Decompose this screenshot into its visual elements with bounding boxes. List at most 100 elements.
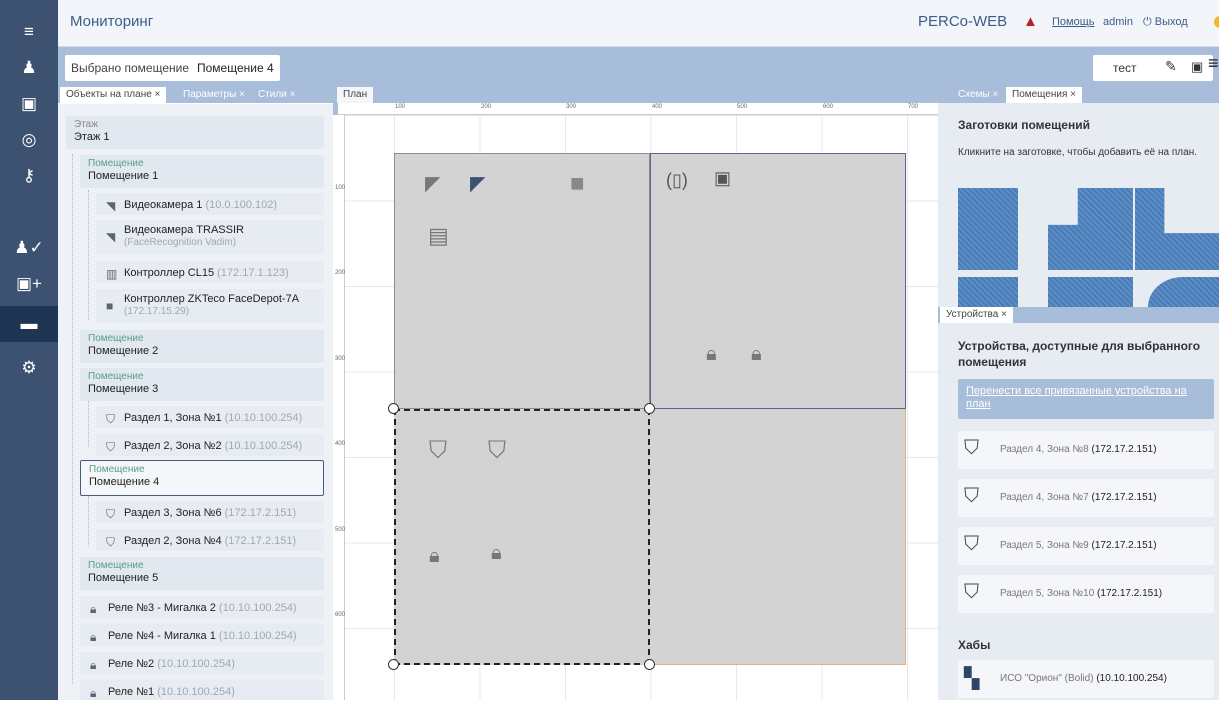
device-card[interactable]: ⛉ Раздел 4, Зона №7 (172.17.2.151) — [958, 479, 1214, 517]
plan-room-1[interactable]: ◤ ◤ ■ ▤ — [394, 153, 650, 409]
lock-icon[interactable]: 🔒︎ — [706, 344, 717, 364]
tab-objects[interactable]: Объекты на плане × — [60, 87, 167, 103]
controller-icon[interactable]: ■ — [570, 172, 585, 196]
logout-button[interactable]: ⏻ Выход — [1143, 16, 1188, 29]
tree-device[interactable]: ⛉ Раздел 2, Зона №4 (172.17.2.151) — [96, 529, 324, 551]
tab-params-label: Параметры — [183, 89, 237, 100]
device-ip: (10.10.100.254) — [218, 630, 297, 642]
lock-icon[interactable]: 🔒︎ — [751, 344, 762, 364]
tree-device[interactable]: 🔒︎ Реле №2 (10.10.100.254) — [80, 652, 324, 674]
person-check-icon[interactable]: ♟✓ — [0, 230, 58, 266]
device-ip: (10.10.100.254) — [157, 658, 235, 670]
tree-device[interactable]: ■ Контроллер ZKTeco FaceDepot-7A (172.17.1… — [96, 289, 324, 323]
monitor-icon[interactable]: ▬ — [0, 306, 58, 342]
resize-handle[interactable] — [644, 403, 655, 414]
tree-device[interactable]: ◥ Видеокамера 1 (10.0.100.102) — [96, 193, 324, 215]
face-reader-icon[interactable]: ▣ — [714, 168, 731, 188]
tree-device[interactable]: ⛉ Раздел 2, Зона №2 (10.10.100.254) — [96, 434, 324, 456]
tree-device[interactable]: ◥ Видеокамера TRASSIR (FaceRecognition Vad… — [96, 220, 324, 254]
tab-rooms[interactable]: Помещения × — [1006, 87, 1083, 103]
tab-objects-label: Объекты на плане — [66, 89, 152, 100]
tree-room[interactable]: Помещение Помещение 2 — [80, 330, 324, 363]
resize-handle[interactable] — [388, 403, 399, 414]
scheme-toolbar: тест ✎ ▣ — [1093, 55, 1213, 81]
plan-room-3[interactable] — [650, 409, 906, 665]
device-name: Контроллер ZKTeco FaceDepot-7A — [124, 293, 300, 305]
tab-styles[interactable]: Стили × — [252, 87, 301, 103]
tab-rooms-label: Помещения — [1012, 89, 1068, 100]
tree-device[interactable]: 🔒︎ Реле №1 (10.10.100.254) — [80, 680, 324, 700]
tab-devices[interactable]: Устройства × — [940, 307, 1013, 323]
ruler-tick: 100 — [395, 104, 406, 110]
person-icon[interactable]: ♟ — [0, 50, 58, 86]
status-dot-icon[interactable] — [1214, 16, 1219, 28]
shield-icon[interactable]: ⛉ — [429, 439, 447, 463]
tree-room[interactable]: Помещение Помещение 5 — [80, 557, 324, 590]
room-template[interactable] — [1148, 277, 1219, 307]
hub-card[interactable]: ▚ ИСО "Орион" (Bolid) (10.10.100.254) — [958, 660, 1214, 698]
lock-icon: 🔒︎ — [90, 602, 97, 616]
camera-icon[interactable]: ◤ — [470, 174, 485, 194]
tree-device[interactable]: ⛉ Раздел 1, Зона №1 (10.10.100.254) — [96, 406, 324, 428]
help-link[interactable]: Помощь — [1052, 16, 1095, 28]
lock-icon[interactable]: 🔒︎ — [491, 543, 502, 563]
shield-icon: ⛉ — [964, 581, 979, 603]
shield-icon[interactable]: ⛉ — [488, 439, 506, 463]
device-name: Раздел 4, Зона №8 — [1000, 444, 1089, 455]
resize-handle[interactable] — [644, 659, 655, 670]
more-menu-icon[interactable]: ≡ — [1208, 53, 1219, 74]
tree-device[interactable]: 🔒︎ Реле №3 - Мигалка 2 (10.10.100.254) — [80, 596, 324, 618]
lock-icon: 🔒︎ — [90, 686, 97, 700]
lock-icon: 🔒︎ — [90, 630, 97, 644]
room-template[interactable] — [958, 188, 1018, 270]
device-name: Реле №3 - Мигалка 2 — [108, 602, 216, 614]
floor-node[interactable]: Этаж Этаж 1 — [66, 116, 324, 149]
ruler-tick: 500 — [335, 527, 346, 533]
room-template[interactable] — [1048, 277, 1133, 307]
tree-device[interactable]: ▥ Контроллер CL15 (172.17.1.123) — [96, 261, 324, 283]
globe-person-icon[interactable]: ◎ — [0, 122, 58, 158]
user-name: admin — [1103, 16, 1133, 28]
plan-canvas[interactable]: ◤ ◤ ■ ▤ (▯) ▣ 🔒︎ 🔒︎ ⛉ ⛉ 🔒︎ 🔒︎ — [345, 115, 938, 700]
room-template[interactable] — [1048, 188, 1133, 270]
scheme-name[interactable]: тест — [1113, 61, 1137, 75]
id-card-icon[interactable]: ▣ — [0, 86, 58, 122]
shield-icon: ⛉ — [106, 535, 116, 549]
plan-room-4-selected[interactable]: ⛉ ⛉ 🔒︎ 🔒︎ — [394, 409, 650, 665]
gear-icon[interactable]: ⚙ — [0, 350, 58, 386]
key-icon[interactable]: ⚷ — [0, 158, 58, 194]
ruler-tick: 100 — [335, 185, 346, 191]
tree-device[interactable]: ⛉ Раздел 3, Зона №6 (172.17.2.151) — [96, 501, 324, 523]
tree-room[interactable]: Помещение Помещение 1 — [80, 155, 324, 188]
camera-icon: ◥ — [106, 199, 116, 213]
tree-room-selected[interactable]: Помещение Помещение 4 — [80, 460, 324, 496]
device-name: Реле №1 — [108, 686, 155, 698]
save-icon[interactable]: ▣ — [1191, 59, 1203, 75]
lock-icon[interactable]: 🔒︎ — [429, 546, 440, 566]
tree-device[interactable]: 🔒︎ Реле №4 - Мигалка 1 (10.10.100.254) — [80, 624, 324, 646]
warning-icon[interactable]: ▲ — [1023, 13, 1038, 30]
device-ip: (10.0.100.102) — [205, 199, 278, 211]
menu-icon[interactable]: ≡ — [0, 14, 58, 50]
device-card[interactable]: ⛉ Раздел 5, Зона №9 (172.17.2.151) — [958, 527, 1214, 565]
move-devices-button[interactable]: Перенести все привязанные устройства на … — [958, 379, 1214, 419]
resize-handle[interactable] — [388, 659, 399, 670]
tab-params[interactable]: Параметры × — [177, 87, 251, 103]
edit-icon[interactable]: ✎ — [1165, 58, 1177, 75]
device-card[interactable]: ⛉ Раздел 5, Зона №10 (172.17.2.151) — [958, 575, 1214, 613]
tab-plan[interactable]: План — [337, 87, 374, 103]
room-template[interactable] — [958, 277, 1018, 307]
device-name: Раздел 1, Зона №1 — [124, 412, 222, 424]
device-ip: (FaceRecognition Vadim) — [124, 237, 237, 248]
tab-schemes[interactable]: Схемы × — [952, 87, 1004, 103]
plan-room-2[interactable]: (▯) ▣ 🔒︎ 🔒︎ — [650, 153, 906, 409]
camera-icon[interactable]: ◤ — [425, 174, 440, 194]
fingerprint-icon[interactable]: ▤ — [428, 225, 449, 247]
tree-room[interactable]: Помещение Помещение 3 — [80, 368, 324, 401]
card-add-icon[interactable]: ▣+ — [0, 266, 58, 302]
turnstile-icon[interactable]: (▯) — [666, 170, 688, 190]
device-card[interactable]: ⛉ Раздел 4, Зона №8 (172.17.2.151) — [958, 431, 1214, 469]
side-nav: ≡ ♟ ▣ ◎ ⚷ ♟✓ ▣+ ▬ ⚙ — [0, 0, 58, 700]
room-template[interactable] — [1135, 188, 1219, 270]
ruler-tick: 700 — [908, 104, 919, 110]
